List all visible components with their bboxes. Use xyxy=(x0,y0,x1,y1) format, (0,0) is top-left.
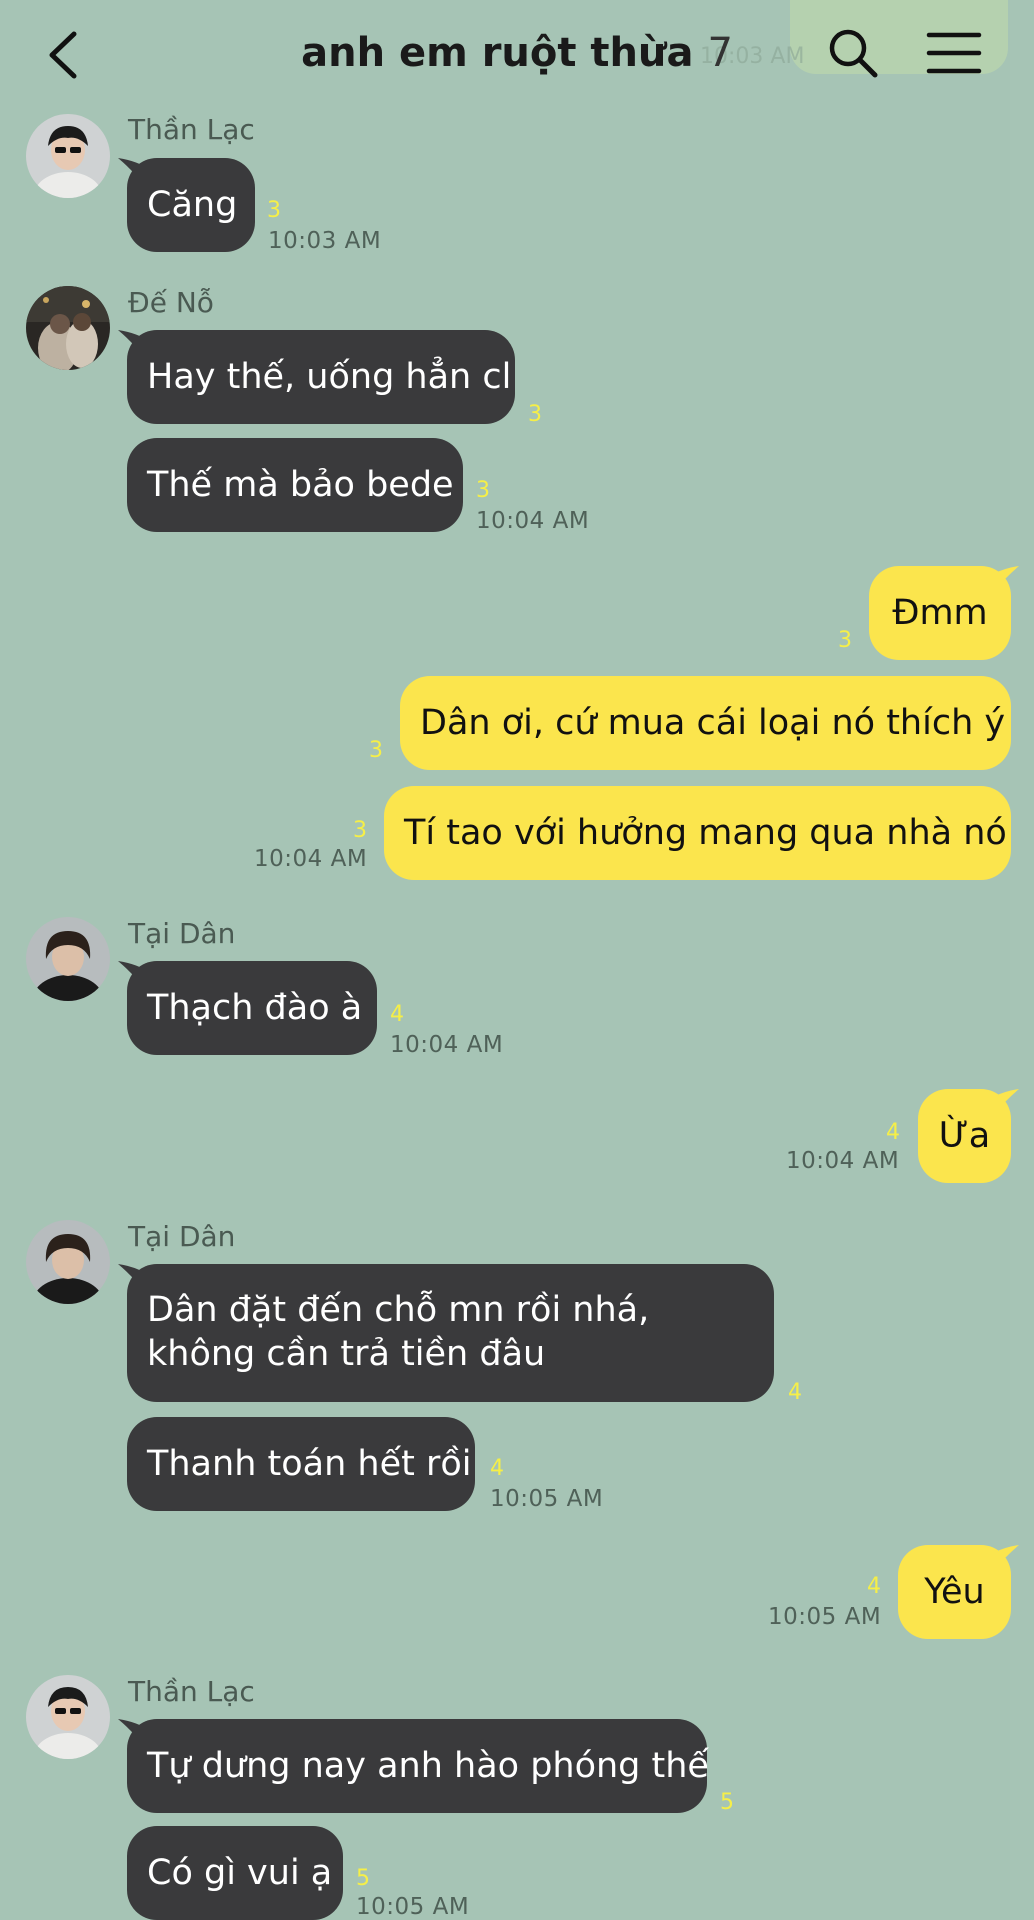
read-count: 3 xyxy=(476,478,490,503)
menu-button[interactable] xyxy=(926,30,982,76)
message-time: 10:04 AM xyxy=(476,508,590,534)
read-count: 5 xyxy=(356,1866,370,1891)
member-count: 7 xyxy=(707,30,733,76)
sender-name: Thần Lạc xyxy=(128,1675,255,1708)
avatar-tai-dan[interactable] xyxy=(26,1220,110,1304)
message-bubble[interactable]: Đmm xyxy=(869,566,1011,660)
message-time: 10:04 AM xyxy=(390,1032,504,1058)
avatar-than-lac[interactable] xyxy=(26,1675,110,1759)
group-name: anh em ruột thừa xyxy=(301,30,694,76)
avatar-tai-dan[interactable] xyxy=(26,917,110,1001)
read-count: 3 xyxy=(353,818,367,843)
message-bubble[interactable]: Thế mà bảo bede xyxy=(127,438,463,532)
message-time: 10:03 AM xyxy=(268,228,382,254)
sender-name: Đế Nỗ xyxy=(128,286,214,319)
avatar-than-lac[interactable] xyxy=(26,114,110,198)
read-count: 3 xyxy=(267,198,281,223)
read-count: 4 xyxy=(886,1120,900,1145)
search-button[interactable] xyxy=(826,26,880,80)
sender-name: Tại Dân xyxy=(128,917,236,950)
read-count: 5 xyxy=(720,1790,734,1815)
sender-name: Thần Lạc xyxy=(128,113,255,146)
message-bubble[interactable]: Hay thế, uống hẳn cl xyxy=(127,330,515,424)
message-bubble[interactable]: Ừa xyxy=(918,1089,1011,1183)
read-count: 3 xyxy=(528,402,542,427)
message-bubble[interactable]: Tí tao với hưởng mang qua nhà nó xyxy=(384,786,1011,880)
message-time: 10:04 AM xyxy=(786,1148,900,1174)
message-time: 10:05 AM xyxy=(356,1894,470,1920)
message-bubble[interactable]: Dân đặt đến chỗ mn rồi nhá, không cần tr… xyxy=(127,1264,774,1402)
search-icon xyxy=(829,29,878,78)
read-count: 4 xyxy=(390,1002,404,1027)
message-time: 10:04 AM xyxy=(254,846,368,872)
message-time: 10:05 AM xyxy=(768,1604,882,1630)
read-count: 3 xyxy=(369,738,383,763)
message-bubble[interactable]: Dân ơi, cứ mua cái loại nó thích ý xyxy=(400,676,1011,770)
sender-name: Tại Dân xyxy=(128,1220,236,1253)
read-count: 4 xyxy=(867,1574,881,1599)
menu-icon xyxy=(926,32,982,74)
chat-header: 10:03 AM anh em ruột thừa 7 xyxy=(0,0,1034,110)
read-count: 3 xyxy=(838,628,852,653)
message-bubble[interactable]: Có gì vui ạ xyxy=(127,1826,343,1920)
message-bubble[interactable]: Căng xyxy=(127,158,255,252)
avatar-de-no[interactable] xyxy=(26,286,110,370)
read-count: 4 xyxy=(490,1456,504,1481)
message-bubble[interactable]: Yêu xyxy=(898,1545,1011,1639)
message-bubble[interactable]: Thanh toán hết rồi xyxy=(127,1417,475,1511)
message-bubble[interactable]: Tự dưng nay anh hào phóng thế xyxy=(127,1719,709,1813)
read-count: 4 xyxy=(788,1380,802,1405)
message-bubble[interactable]: Thạch đào à xyxy=(127,961,377,1055)
message-time: 10:05 AM xyxy=(490,1486,604,1512)
